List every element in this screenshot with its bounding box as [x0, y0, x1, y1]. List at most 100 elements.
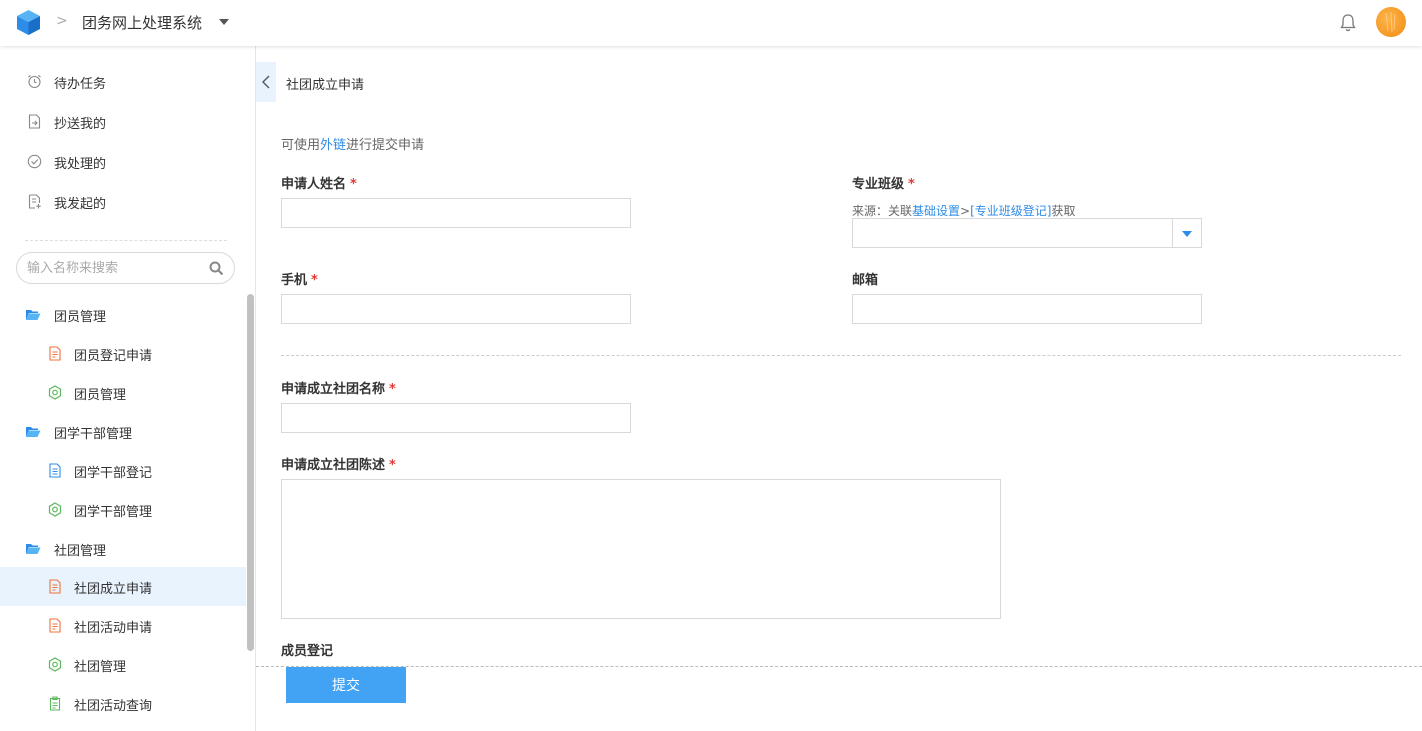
email-input[interactable]	[852, 294, 1202, 324]
sidebar-item-initiated[interactable]: 我发起的	[0, 182, 246, 220]
form-doc-icon	[49, 579, 61, 594]
sidebar-search	[16, 252, 235, 284]
club-description-label: 申请成立社团陈述 *	[281, 454, 396, 473]
major-class-select[interactable]	[852, 218, 1202, 248]
label-text: 邮箱	[852, 273, 879, 288]
user-avatar[interactable]	[1376, 7, 1406, 37]
collapse-sidebar-button[interactable]	[256, 62, 276, 102]
tree-item-label: 社团成立申请	[74, 582, 153, 597]
cube-logo-icon[interactable]	[15, 9, 42, 36]
phone-input[interactable]	[281, 294, 631, 324]
sidebar-item-label: 我处理的	[54, 157, 107, 172]
label-text: 申请成立社团陈述	[281, 458, 386, 473]
note-suffix: 获取	[1051, 204, 1076, 218]
tree-item-club-activity[interactable]: 社团活动申请	[0, 606, 246, 645]
top-header: > 团务网上处理系统	[0, 0, 1422, 46]
external-link[interactable]: 外链	[320, 138, 346, 153]
tree-folder-cadre-mgmt[interactable]: 团学干部管理	[0, 412, 246, 451]
search-input[interactable]	[27, 259, 207, 277]
tree-item-label: 社团管理	[54, 544, 107, 559]
required-marker: *	[350, 177, 357, 192]
sidebar-divider	[25, 240, 227, 241]
document-export-icon	[28, 114, 41, 129]
form-doc-icon	[49, 346, 61, 361]
email-label: 邮箱	[852, 269, 878, 288]
tree-item-label: 团员登记申请	[74, 349, 153, 364]
clipboard-icon	[49, 696, 61, 711]
sidebar-item-label: 待办任务	[54, 77, 107, 92]
breadcrumb-separator: >	[56, 13, 68, 29]
tree-folder-club-mgmt[interactable]: 社团管理	[0, 529, 246, 568]
tree-item-label: 团员管理	[74, 388, 127, 403]
check-circle-icon	[27, 154, 42, 169]
page-title: 社团成立申请	[286, 78, 365, 93]
alarm-clock-icon	[28, 75, 41, 89]
folder-open-icon	[26, 544, 41, 554]
chevron-down-icon[interactable]	[219, 19, 229, 25]
phone-label: 手机 *	[281, 269, 318, 288]
folder-open-icon	[26, 427, 41, 437]
note-separator: >	[960, 204, 971, 218]
required-marker: *	[389, 458, 396, 473]
hint-prefix: 可使用	[281, 138, 321, 153]
note-prefix: 来源：关联	[852, 204, 913, 218]
basic-settings-link[interactable]: 基础设置	[912, 204, 960, 218]
applicant-name-label: 申请人姓名 *	[281, 173, 357, 192]
section-divider	[281, 355, 1401, 356]
tree-item-label: 团员管理	[54, 310, 107, 325]
tree-folder-member-mgmt[interactable]: 团员管理	[0, 295, 246, 334]
tree-item-cadre-registration[interactable]: 团学干部登记	[0, 451, 246, 490]
required-marker: *	[908, 177, 915, 192]
club-name-label: 申请成立社团名称 *	[281, 378, 396, 397]
main-content: 社团成立申请 可使用外链进行提交申请 申请人姓名 * 专业班级 * 来源：关联基础设…	[256, 46, 1422, 731]
label-text: 手机	[281, 273, 308, 288]
select-toggle[interactable]	[1172, 219, 1201, 247]
tree-item-member-registration[interactable]: 团员登记申请	[0, 334, 246, 373]
footer-divider	[256, 666, 1422, 667]
required-marker: *	[311, 273, 318, 288]
major-class-source-note: 来源：关联基础设置>[专业班级登记]获取	[852, 202, 1075, 219]
tree-item-club-founding[interactable]: 社团成立申请	[0, 567, 246, 606]
bell-icon[interactable]	[1339, 13, 1357, 33]
tree-item-member-mgmt[interactable]: 团员管理	[0, 373, 246, 412]
sidebar: 待办任务 抄送我的 我处理的 我发起的 输入名称来搜索 团员管理 团员登记申请 …	[0, 46, 256, 731]
label-text: 成员登记	[281, 644, 334, 659]
tree-item-label: 团学干部管理	[74, 505, 153, 520]
label-text: 专业班级	[852, 177, 905, 192]
chevron-left-icon	[262, 75, 270, 89]
tree-item-label: 团学干部登记	[74, 466, 153, 481]
sidebar-item-todo[interactable]: 待办任务	[0, 62, 246, 100]
club-description-textarea[interactable]	[281, 479, 1001, 619]
major-class-label: 专业班级 *	[852, 173, 915, 192]
gear-hex-icon	[48, 657, 62, 672]
folder-open-icon	[26, 310, 41, 320]
tree-item-label: 团学干部管理	[54, 427, 133, 442]
document-plus-icon	[28, 194, 41, 209]
member-registration-label: 成员登记	[281, 640, 333, 659]
tree-item-label: 社团管理	[74, 660, 127, 675]
sidebar-item-label: 我发起的	[54, 197, 107, 212]
sidebar-item-label: 抄送我的	[54, 117, 107, 132]
tree-item-club-activity-query[interactable]: 社团活动查询	[0, 684, 246, 723]
tree-item-cadre-mgmt[interactable]: 团学干部管理	[0, 490, 246, 529]
sidebar-item-processed[interactable]: 我处理的	[0, 142, 246, 180]
external-link-hint: 可使用外链进行提交申请	[281, 134, 424, 153]
gear-hex-icon	[48, 502, 62, 517]
label-text: 申请成立社团名称	[281, 382, 386, 397]
tree-item-label: 社团活动查询	[74, 699, 153, 714]
submit-button[interactable]: 提交	[286, 667, 406, 703]
doc-icon	[49, 463, 61, 478]
search-icon[interactable]	[209, 261, 224, 276]
tree-item-club-mgmt[interactable]: 社团管理	[0, 645, 246, 684]
gear-hex-icon	[48, 385, 62, 400]
sidebar-scrollbar[interactable]	[247, 294, 254, 651]
applicant-name-input[interactable]	[281, 198, 631, 228]
caret-down-icon	[1182, 231, 1192, 237]
club-name-input[interactable]	[281, 403, 631, 433]
hint-suffix: 进行提交申请	[346, 138, 425, 153]
label-text: 申请人姓名	[281, 177, 347, 192]
form-doc-icon	[49, 618, 61, 633]
sidebar-item-cc-me[interactable]: 抄送我的	[0, 102, 246, 140]
major-class-registration-link[interactable]: [专业班级登记]	[970, 204, 1051, 218]
app-switcher-title[interactable]: 团务网上处理系统	[82, 12, 202, 33]
